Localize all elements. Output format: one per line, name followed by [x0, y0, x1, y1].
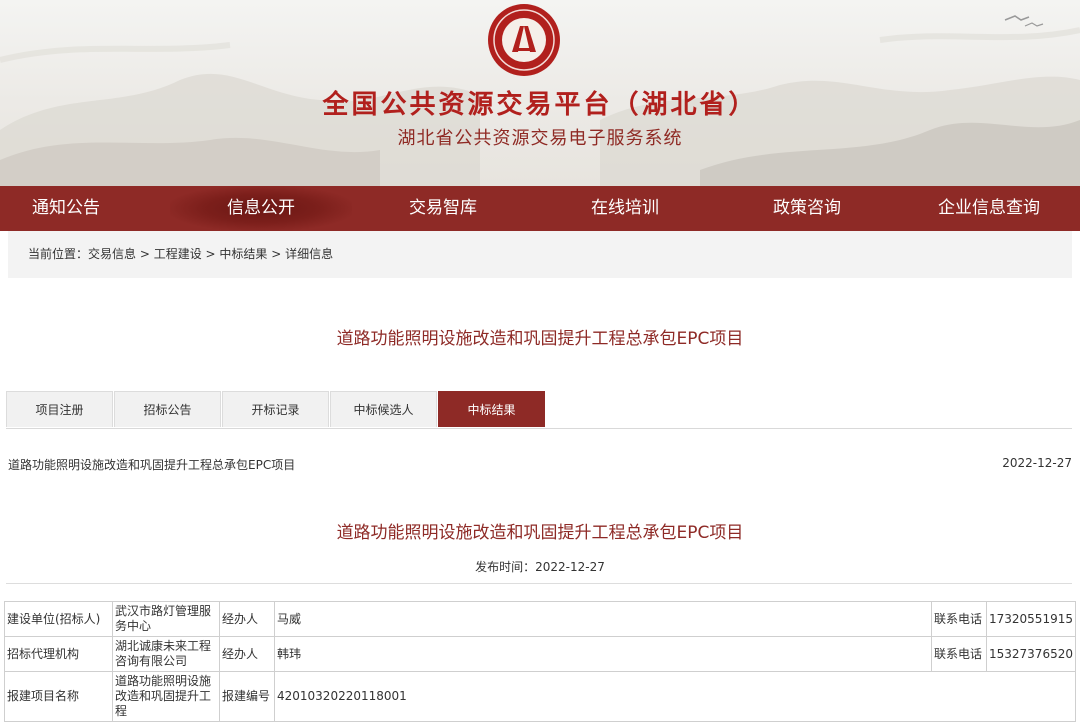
- tab-award-result[interactable]: 中标结果: [438, 391, 545, 427]
- cell-value-phone: 15327376520: [986, 636, 1076, 672]
- announcement-row: 道路功能照明设施改造和巩固提升工程总承包EPC项目 2022-12-27: [8, 456, 1072, 473]
- cell-value-registration-no: 42010320220118001: [274, 671, 1076, 722]
- bird-icon: [1004, 15, 1030, 21]
- cell-value-builder: 武汉市路灯管理服务中心: [112, 601, 220, 637]
- details-table: 建设单位(招标人) 武汉市路灯管理服务中心 经办人 马威 联系电话 173205…: [4, 601, 1076, 722]
- nav-item-online-training[interactable]: 在线培训: [534, 186, 716, 231]
- tab-winning-candidates[interactable]: 中标候选人: [330, 391, 437, 427]
- stage-tabs: 项目注册 招标公告 开标记录 中标候选人 中标结果: [6, 391, 1072, 429]
- document-title: 道路功能照明设施改造和巩固提升工程总承包EPC项目: [336, 523, 744, 543]
- tab-project-registration[interactable]: 项目注册: [6, 391, 113, 427]
- cell-label-handler: 经办人: [219, 601, 275, 637]
- breadcrumb-prefix: 当前位置：: [28, 247, 89, 261]
- cell-label-handler: 经办人: [219, 636, 275, 672]
- header-banner: 全国公共资源交易平台（湖北省） 湖北省公共资源交易电子服务系统: [0, 0, 1080, 186]
- cell-value-handler: 马威: [274, 601, 932, 637]
- tab-tender-notice[interactable]: 招标公告: [114, 391, 221, 427]
- breadcrumb-item-engineering[interactable]: 工程建设: [154, 247, 202, 261]
- publish-time: 发布时间：2022-12-27: [475, 560, 605, 574]
- site-title: 全国公共资源交易平台（湖北省）: [322, 90, 758, 120]
- table-row: 招标代理机构 湖北诚康未来工程咨询有限公司 经办人 韩玮 联系电话 153273…: [4, 636, 1076, 672]
- announcement-date: 2022-12-27: [1002, 456, 1072, 470]
- table-row: 建设单位(招标人) 武汉市路灯管理服务中心 经办人 马威 联系电话 173205…: [4, 601, 1076, 637]
- nav-item-info-disclosure[interactable]: 信息公开: [170, 186, 352, 231]
- cell-label-project-name: 报建项目名称: [4, 671, 113, 722]
- cell-label-registration-no: 报建编号: [219, 671, 275, 722]
- project-title: 道路功能照明设施改造和巩固提升工程总承包EPC项目: [336, 329, 744, 349]
- breadcrumb-separator: >: [201, 247, 220, 261]
- cell-label-agency: 招标代理机构: [4, 636, 113, 672]
- platform-emblem-icon: [488, 4, 560, 76]
- table-row: 报建项目名称 道路功能照明设施改造和巩固提升工程 报建编号 4201032022…: [4, 671, 1076, 722]
- cell-value-project-name: 道路功能照明设施改造和巩固提升工程: [112, 671, 220, 722]
- tab-bid-opening-record[interactable]: 开标记录: [222, 391, 329, 427]
- cell-value-agency: 湖北诚康未来工程咨询有限公司: [112, 636, 220, 672]
- main-nav: 通知公告 信息公开 交易智库 在线培训 政策咨询 企业信息查询: [0, 186, 1080, 231]
- cell-value-phone: 17320551915: [986, 601, 1076, 637]
- nav-item-policy-consult[interactable]: 政策咨询: [716, 186, 898, 231]
- cell-label-phone: 联系电话: [931, 636, 987, 672]
- breadcrumb-separator: >: [267, 247, 286, 261]
- breadcrumb-item-current: 详细信息: [285, 247, 334, 261]
- cell-value-handler: 韩玮: [274, 636, 932, 672]
- site-subtitle: 湖北省公共资源交易电子服务系统: [397, 128, 683, 149]
- nav-item-notices[interactable]: 通知公告: [0, 186, 170, 231]
- nav-item-enterprise-query[interactable]: 企业信息查询: [898, 186, 1080, 231]
- announcement-name[interactable]: 道路功能照明设施改造和巩固提升工程总承包EPC项目: [8, 458, 295, 472]
- breadcrumb: 当前位置：交易信息 > 工程建设 > 中标结果 > 详细信息: [8, 231, 1072, 278]
- breadcrumb-item-award-result[interactable]: 中标结果: [219, 247, 267, 261]
- nav-item-trading-think-tank[interactable]: 交易智库: [352, 186, 534, 231]
- cell-label-builder: 建设单位(招标人): [4, 601, 113, 637]
- bird-icon: [1024, 22, 1044, 27]
- cell-label-phone: 联系电话: [931, 601, 987, 637]
- breadcrumb-item-trading-info[interactable]: 交易信息: [88, 247, 136, 261]
- divider: [6, 583, 1072, 584]
- breadcrumb-separator: >: [136, 247, 154, 261]
